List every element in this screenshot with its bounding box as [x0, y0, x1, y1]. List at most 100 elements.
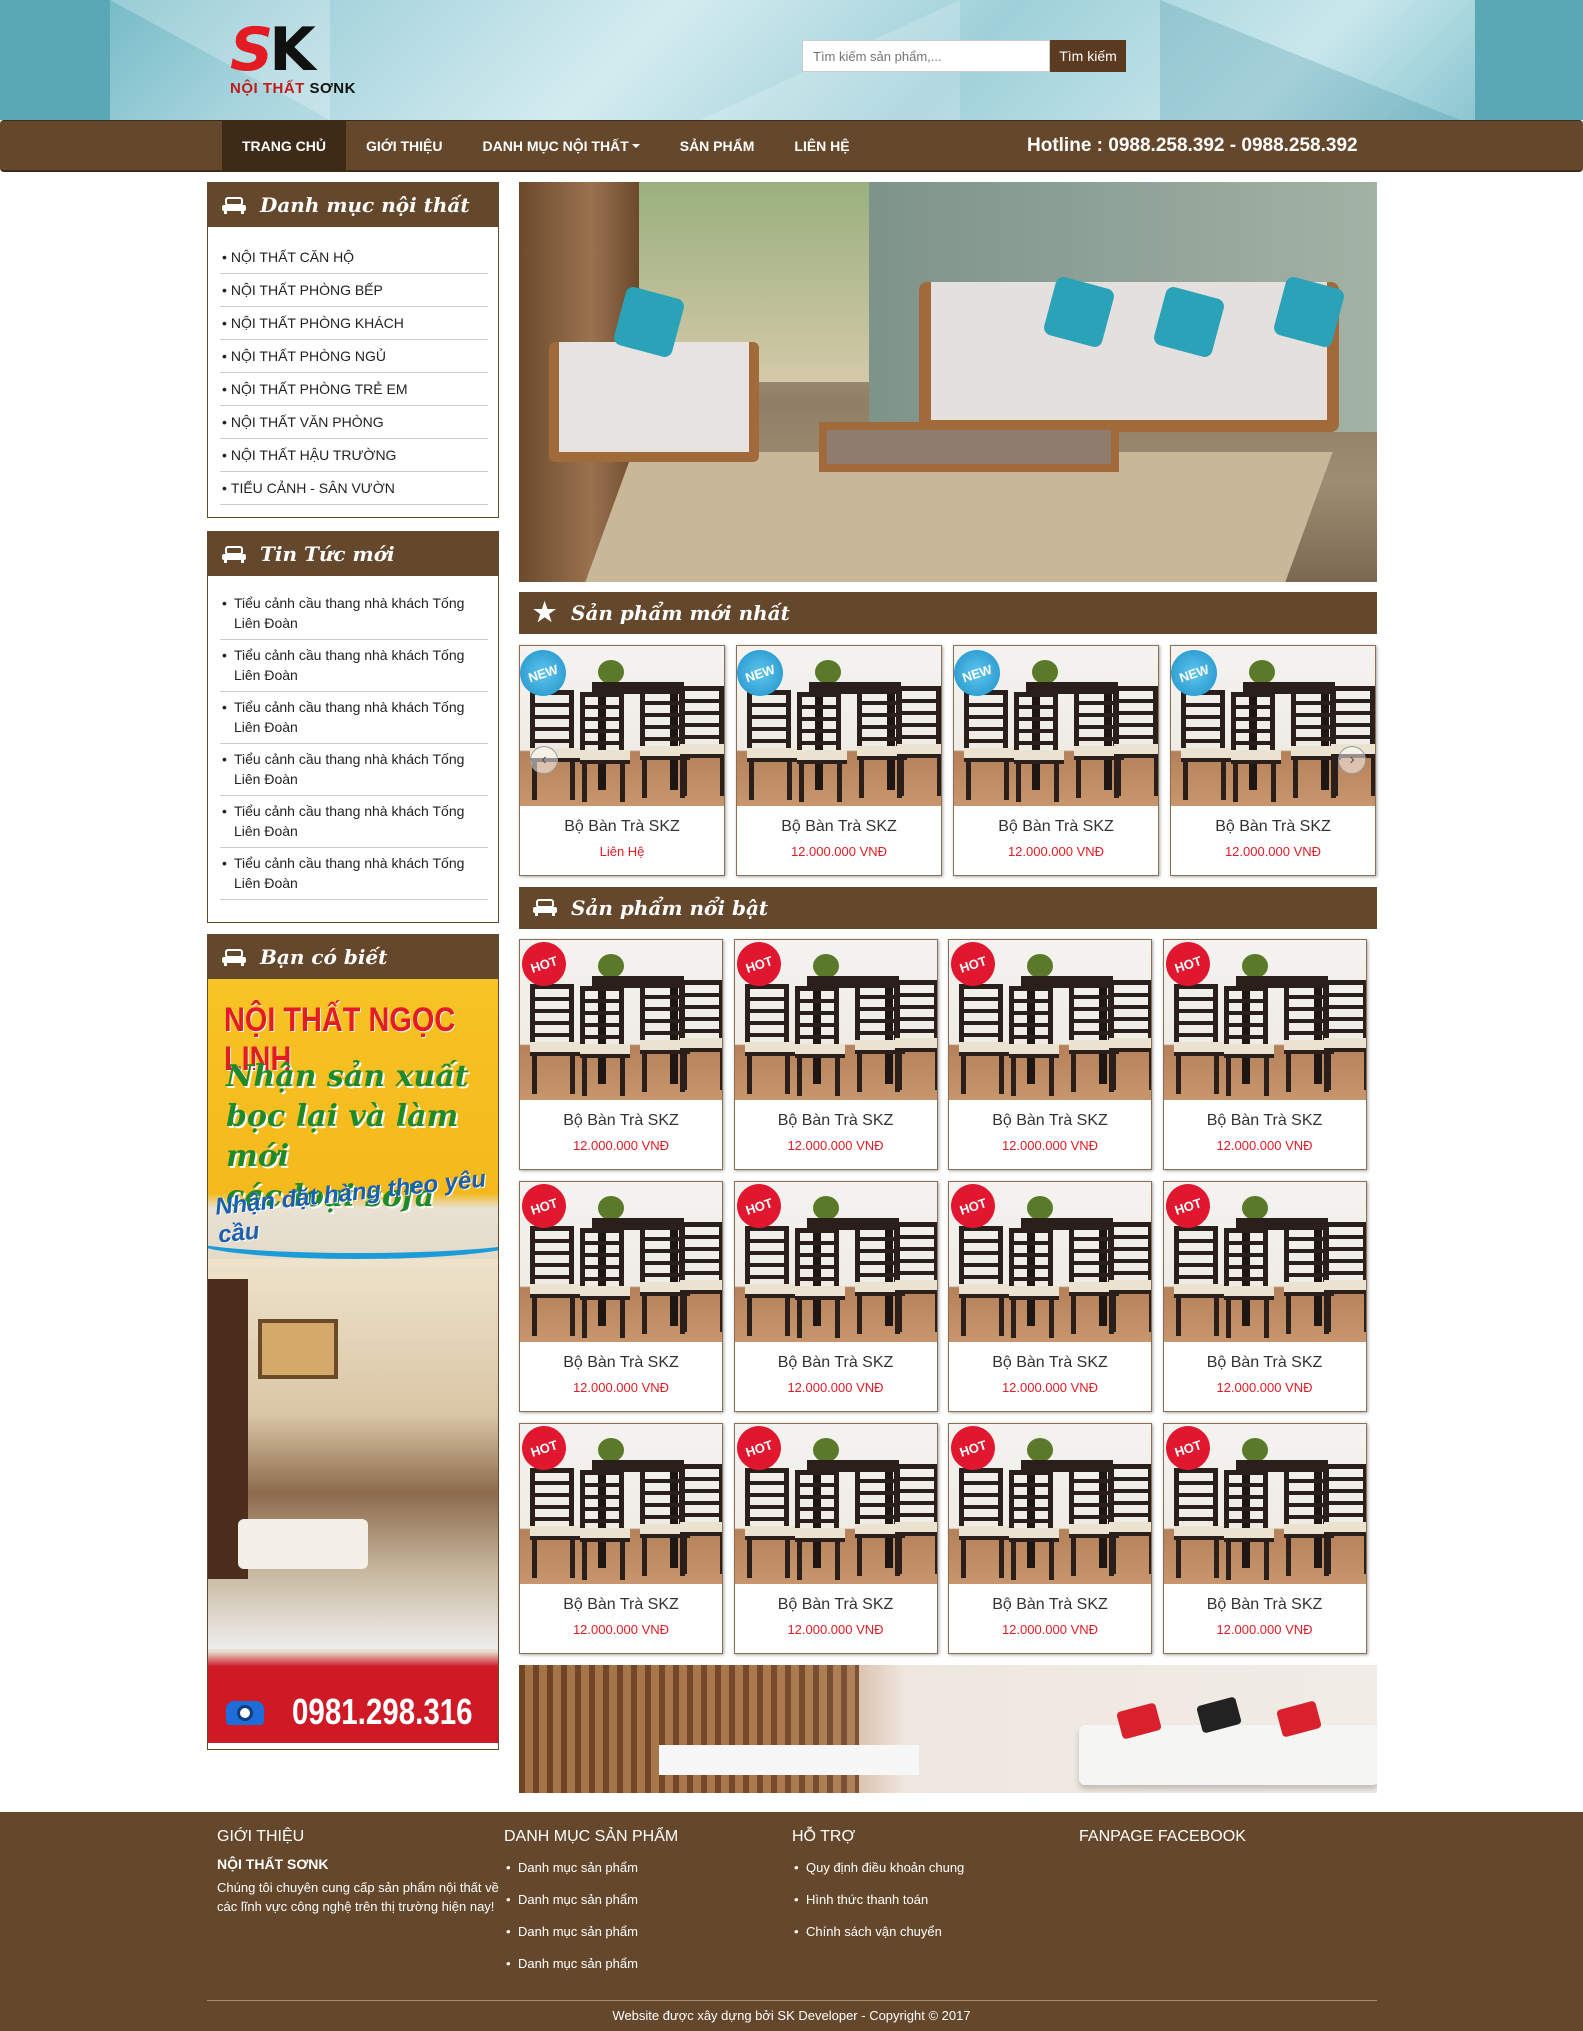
- chair-back: [1009, 1228, 1053, 1290]
- product-card[interactable]: NEW Bộ Bàn Trà SKZ 12.000.000 VNĐ: [736, 645, 942, 876]
- banner-offer-line: bọc lại và làm mới: [226, 1099, 459, 1174]
- news-item[interactable]: Tiểu cảnh cầu thang nhà khách Tống Liên …: [220, 796, 488, 848]
- featured-products-title: Sản phẩm nổi bật: [571, 896, 769, 920]
- product-name[interactable]: Bộ Bàn Trà SKZ: [520, 1112, 722, 1130]
- category-item[interactable]: NỘI THẤT PHÒNG KHÁCH: [220, 307, 488, 340]
- nav-item-home[interactable]: TRANG CHỦ: [222, 121, 346, 170]
- news-item[interactable]: Tiểu cảnh cầu thang nhà khách Tống Liên …: [220, 744, 488, 796]
- chair-back: [1014, 692, 1058, 754]
- chair-back: [1283, 1224, 1328, 1286]
- chair: [680, 980, 722, 1090]
- category-item[interactable]: NỘI THẤT PHÒNG BẾP: [220, 274, 488, 307]
- category-item[interactable]: NỘI THẤT PHÒNG NGỦ: [220, 340, 488, 373]
- chair-leg: [570, 1296, 575, 1336]
- chair-leg: [1004, 760, 1009, 800]
- chair: [530, 690, 580, 800]
- nav-item-contact[interactable]: LIÊN HỆ: [774, 121, 869, 170]
- product-name[interactable]: Bộ Bàn Trà SKZ: [520, 1596, 722, 1614]
- product-card[interactable]: NEW Bộ Bàn Trà SKZ 12.000.000 VNĐ: [953, 645, 1159, 876]
- new-products-header: ★ Sản phẩm mới nhất: [519, 592, 1377, 634]
- category-item[interactable]: TIỂU CẢNH - SÂN VƯỜN: [220, 472, 488, 505]
- site-logo[interactable]: SK NỘI THẤT SƠNK: [230, 20, 410, 102]
- chair-back: [747, 690, 791, 752]
- chair-leg: [682, 1534, 687, 1574]
- carousel-next-icon[interactable]: ›: [1338, 746, 1366, 774]
- product-card[interactable]: HOT Bộ Bàn Trà SKZ 12.000.000 VNĐ: [1162, 1181, 1367, 1412]
- category-item[interactable]: NỘI THẤT VĂN PHÒNG: [220, 406, 488, 439]
- product-card[interactable]: HOT Bộ Bàn Trà SKZ 12.000.000 VNĐ: [733, 1181, 938, 1412]
- product-card[interactable]: HOT Bộ Bàn Trà SKZ 12.000.000 VNĐ: [519, 1181, 723, 1412]
- search-button[interactable]: Tìm kiếm: [1050, 40, 1126, 72]
- product-name[interactable]: Bộ Bàn Trà SKZ: [954, 818, 1158, 836]
- chair-leg: [1049, 1056, 1054, 1096]
- chair-back: [1291, 688, 1335, 750]
- chair-leg: [934, 1534, 937, 1574]
- plant-decor: [1241, 954, 1268, 978]
- product-price: 12.000.000 VNĐ: [572, 1138, 670, 1153]
- chair: [794, 1228, 845, 1338]
- product-card[interactable]: HOT Bộ Bàn Trà SKZ 12.000.000 VNĐ: [948, 1423, 1152, 1654]
- news-item[interactable]: Tiểu cảnh cầu thang nhà khách Tống Liên …: [220, 848, 488, 900]
- product-name[interactable]: Bộ Bàn Trà SKZ: [949, 1112, 1151, 1130]
- product-card[interactable]: HOT Bộ Bàn Trà SKZ 12.000.000 VNĐ: [733, 939, 938, 1170]
- chair: [744, 1468, 795, 1578]
- product-card[interactable]: HOT Bộ Bàn Trà SKZ 12.000.000 VNĐ: [519, 939, 723, 1170]
- search-input[interactable]: [802, 40, 1050, 72]
- product-name[interactable]: Bộ Bàn Trà SKZ: [735, 1596, 937, 1614]
- product-card[interactable]: HOT Bộ Bàn Trà SKZ 12.000.000 VNĐ: [948, 939, 1152, 1170]
- chair-leg: [720, 1292, 722, 1332]
- product-name[interactable]: Bộ Bàn Trà SKZ: [1164, 1354, 1366, 1372]
- chair-leg: [582, 1298, 587, 1338]
- chair-leg: [1293, 758, 1298, 798]
- product-name[interactable]: Bộ Bàn Trà SKZ: [735, 1112, 937, 1130]
- chair-back: [580, 1470, 624, 1532]
- product-name[interactable]: Bộ Bàn Trà SKZ: [1164, 1596, 1366, 1614]
- category-item[interactable]: NỘI THẤT PHÒNG TRẺ EM: [220, 373, 488, 406]
- footer-category-link[interactable]: Danh mục sản phẩm: [504, 1888, 774, 1920]
- nav-item-categories[interactable]: DANH MỤC NỘI THẤT: [463, 121, 660, 170]
- sofa-icon: [222, 948, 246, 966]
- footer-support-link[interactable]: Quy định điều khoản chung: [792, 1856, 1062, 1888]
- product-card[interactable]: HOT Bộ Bàn Trà SKZ 12.000.000 VNĐ: [948, 1181, 1152, 1412]
- product-name[interactable]: Bộ Bàn Trà SKZ: [737, 818, 941, 836]
- chair-back: [794, 1228, 839, 1290]
- category-item[interactable]: NỘI THẤT HẬU TRƯỜNG: [220, 439, 488, 472]
- search-form: Tìm kiếm: [802, 40, 1126, 72]
- chair-leg: [532, 1538, 537, 1578]
- carousel-prev-icon[interactable]: ‹: [530, 746, 558, 774]
- chair-leg: [1213, 1296, 1219, 1336]
- chair: [580, 692, 630, 802]
- category-item[interactable]: NỘI THẤT CĂN HỘ: [220, 241, 488, 274]
- product-card[interactable]: HOT Bộ Bàn Trà SKZ 12.000.000 VNĐ: [1162, 1423, 1367, 1654]
- news-item[interactable]: Tiểu cảnh cầu thang nhà khách Tống Liên …: [220, 588, 488, 640]
- product-name[interactable]: Bộ Bàn Trà SKZ: [520, 1354, 722, 1372]
- product-card[interactable]: HOT Bộ Bàn Trà SKZ 12.000.000 VNĐ: [519, 1423, 723, 1654]
- product-name[interactable]: Bộ Bàn Trà SKZ: [520, 818, 724, 836]
- footer-support-link[interactable]: Chính sách vận chuyển: [792, 1920, 1062, 1952]
- news-item[interactable]: Tiểu cảnh cầu thang nhà khách Tống Liên …: [220, 640, 488, 692]
- nav-item-products[interactable]: SẢN PHẨM: [660, 121, 775, 170]
- living-room-banner[interactable]: [519, 1665, 1377, 1793]
- footer-category-link[interactable]: Danh mục sản phẩm: [504, 1952, 774, 1984]
- product-price: 12.000.000 VNĐ: [1216, 1622, 1313, 1637]
- nav-item-about[interactable]: GIỚI THIỆU: [346, 121, 463, 170]
- sidebar-categories-title: Danh mục nội thất: [260, 193, 470, 217]
- footer-category-link[interactable]: Danh mục sản phẩm: [504, 1856, 774, 1888]
- footer-support-link[interactable]: Hình thức thanh toán: [792, 1888, 1062, 1920]
- product-card[interactable]: HOT Bộ Bàn Trà SKZ 12.000.000 VNĐ: [1162, 939, 1367, 1170]
- news-item[interactable]: Tiểu cảnh cầu thang nhà khách Tống Liên …: [220, 692, 488, 744]
- product-name[interactable]: Bộ Bàn Trà SKZ: [949, 1354, 1151, 1372]
- logo-letter-k: K: [269, 15, 315, 85]
- product-card[interactable]: HOT Bộ Bàn Trà SKZ 12.000.000 VNĐ: [733, 1423, 938, 1654]
- chair-back: [894, 1222, 937, 1284]
- chair: [1069, 1224, 1119, 1334]
- product-name[interactable]: Bộ Bàn Trà SKZ: [1164, 1112, 1366, 1130]
- chair: [640, 1224, 690, 1334]
- chair-back: [580, 1228, 624, 1290]
- sofa-service-banner[interactable]: NỘI THẤT NGỌC LINH Nhận sản xuất bọc lại…: [208, 979, 498, 1743]
- product-name[interactable]: Bộ Bàn Trà SKZ: [1171, 818, 1375, 836]
- chair-leg: [1071, 1052, 1076, 1092]
- footer-category-link[interactable]: Danh mục sản phẩm: [504, 1920, 774, 1952]
- product-name[interactable]: Bộ Bàn Trà SKZ: [735, 1354, 937, 1372]
- product-name[interactable]: Bộ Bàn Trà SKZ: [949, 1596, 1151, 1614]
